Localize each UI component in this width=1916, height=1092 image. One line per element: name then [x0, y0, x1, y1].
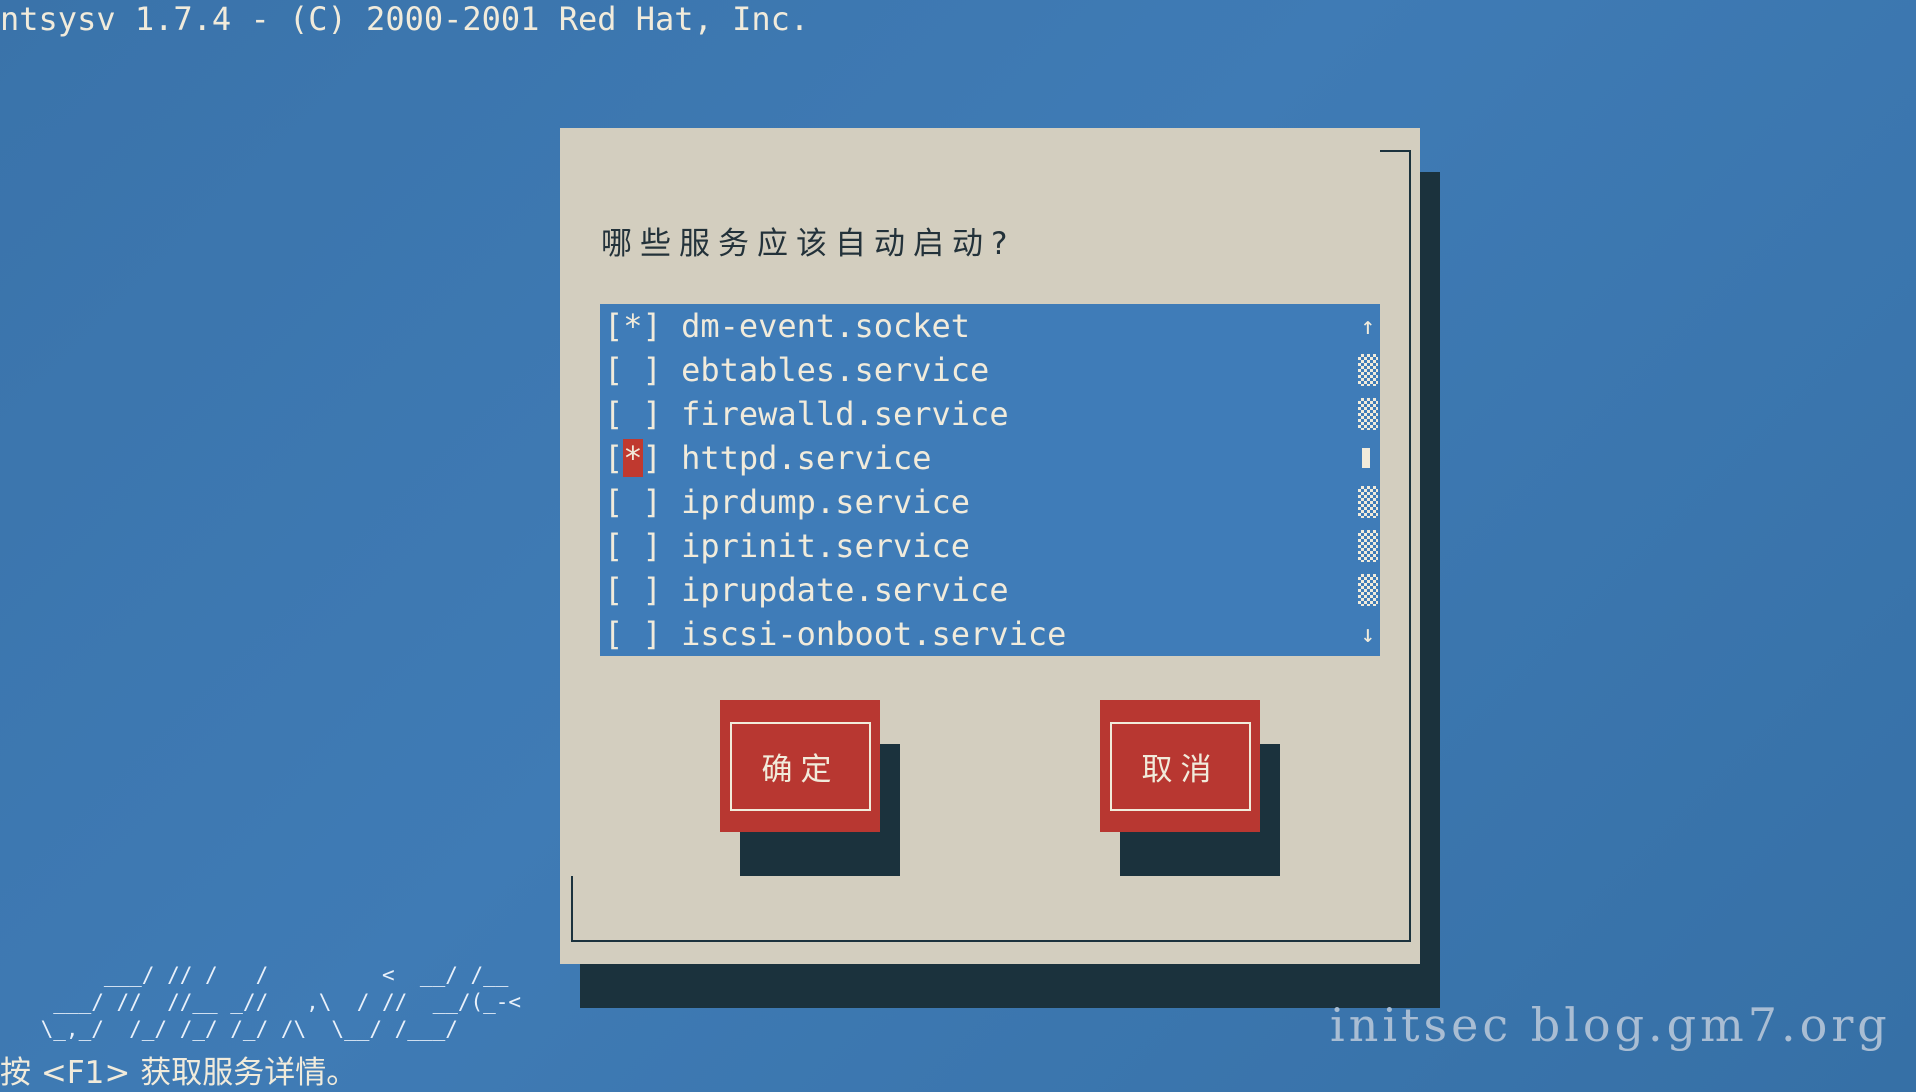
service-item-focused[interactable]: [*] httpd.service	[604, 436, 932, 480]
scrollbar-track[interactable]	[1358, 398, 1378, 430]
scrollbar-track[interactable]	[1358, 486, 1378, 518]
dialog-frame	[571, 876, 573, 942]
service-item[interactable]: [ ] ebtables.service	[604, 348, 989, 392]
service-name: iprupdate.service	[681, 571, 1009, 609]
scrollbar-track[interactable]	[1358, 354, 1378, 386]
scrollbar-track[interactable]	[1358, 530, 1378, 562]
service-name: iprinit.service	[681, 527, 971, 565]
scroll-down-arrow-icon[interactable]: ↓	[1358, 612, 1378, 656]
cursor-highlight: *	[623, 439, 643, 477]
dialog-frame	[571, 940, 1411, 942]
scrollbar-track[interactable]	[1358, 574, 1378, 606]
service-item[interactable]: [ ] iscsi-onboot.service	[604, 612, 1066, 656]
dialog-frame	[1380, 150, 1411, 152]
service-name: iprdump.service	[681, 483, 971, 521]
dialog-frame	[1409, 150, 1411, 942]
app-title: ntsysv 1.7.4 - (C) 2000-2001 Red Hat, In…	[0, 0, 810, 38]
service-item[interactable]: [ ] iprupdate.service	[604, 568, 1009, 612]
service-name: ebtables.service	[681, 351, 990, 389]
help-hint: 按 <F1> 获取服务详情。	[0, 1055, 358, 1091]
checkbox[interactable]: [ ]	[604, 568, 662, 612]
ok-button[interactable]: 确定	[720, 700, 880, 832]
services-list[interactable]: [*] dm-event.socket [ ] ebtables.service…	[600, 304, 1380, 656]
checkbox[interactable]: [ ]	[604, 480, 662, 524]
service-name: httpd.service	[681, 439, 932, 477]
service-name: iscsi-onboot.service	[681, 615, 1067, 653]
scrollbar-thumb[interactable]	[1362, 448, 1370, 468]
service-item[interactable]: [*] dm-event.socket	[604, 304, 970, 348]
ascii-logo: ___/ // / / < __/ /__ ___/ // //__ _// ,…	[40, 963, 522, 1041]
scroll-up-arrow-icon[interactable]: ↑	[1358, 304, 1378, 348]
service-item[interactable]: [ ] iprdump.service	[604, 480, 970, 524]
service-name: dm-event.socket	[681, 307, 971, 345]
checkbox[interactable]: [ ]	[604, 524, 662, 568]
service-item[interactable]: [ ] firewalld.service	[604, 392, 1009, 436]
checkbox[interactable]: [*]	[604, 304, 662, 348]
cancel-button[interactable]: 取消	[1100, 700, 1260, 832]
dialog-question: 哪些服务应该自动启动?	[601, 226, 1016, 262]
checkbox[interactable]: [ ]	[604, 348, 662, 392]
service-name: firewalld.service	[681, 395, 1009, 433]
watermark: initsec blog.gm7.org	[1330, 998, 1891, 1052]
service-item[interactable]: [ ] iprinit.service	[604, 524, 970, 568]
cancel-button-label: 取消	[1110, 722, 1251, 811]
checkbox[interactable]: [ ]	[604, 612, 662, 656]
checkbox[interactable]: [*]	[604, 436, 662, 480]
ok-button-label: 确定	[730, 722, 871, 811]
checkbox[interactable]: [ ]	[604, 392, 662, 436]
